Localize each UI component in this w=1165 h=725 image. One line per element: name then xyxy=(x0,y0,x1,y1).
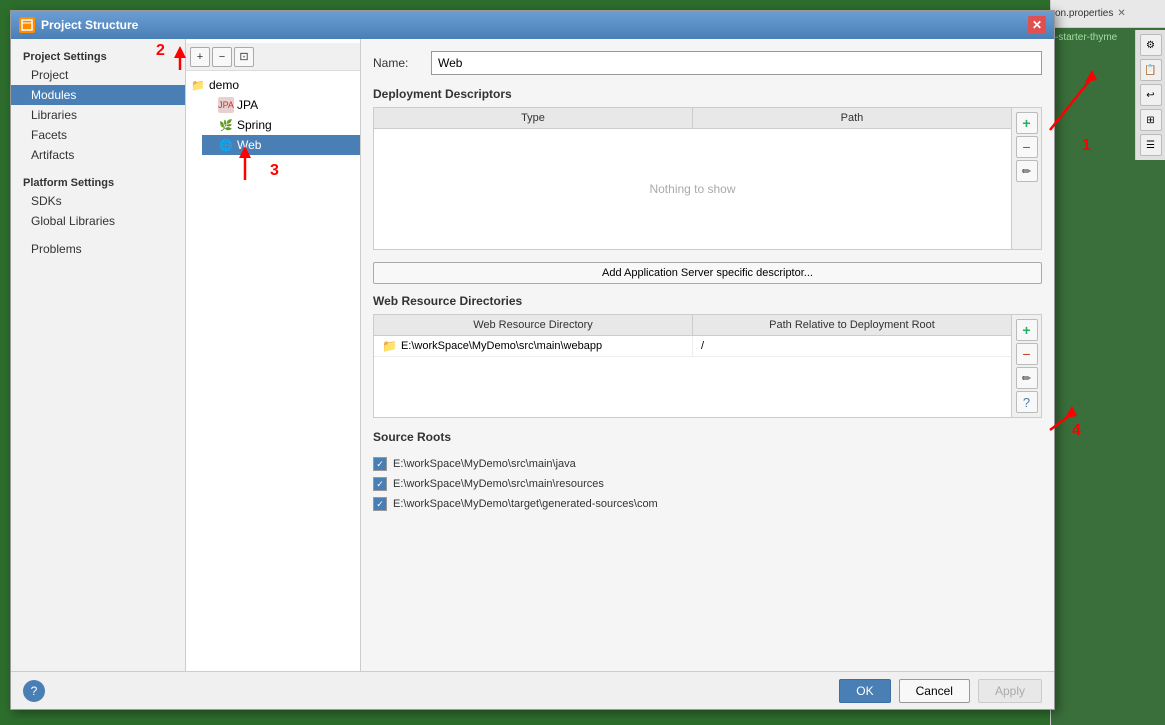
source-root-checkbox-1[interactable]: ✓ xyxy=(373,477,387,491)
cancel-button[interactable]: Cancel xyxy=(899,679,970,703)
resource-folder-icon: 📁 xyxy=(382,339,397,353)
dialog-footer: ? OK Cancel Apply xyxy=(11,671,1054,709)
deployment-table-actions: + − ✏ xyxy=(1011,108,1041,249)
right-toolbar-btn-1[interactable]: ⚙ xyxy=(1140,34,1162,56)
ok-button[interactable]: OK xyxy=(839,679,890,703)
right-panel-tab: on.properties xyxy=(1055,8,1113,19)
tree-node-demo-label: demo xyxy=(209,78,239,92)
source-root-path-0: E:\workSpace\MyDemo\src\main\java xyxy=(393,458,576,470)
deployment-edit-button[interactable]: ✏ xyxy=(1016,160,1038,182)
path-header: Path xyxy=(693,108,1011,128)
dialog-titlebar: Project Structure ✕ xyxy=(11,11,1054,39)
web-resource-add-button[interactable]: + xyxy=(1016,319,1038,341)
name-row: Name: xyxy=(373,51,1042,75)
deployment-remove-button[interactable]: − xyxy=(1016,136,1038,158)
tree-node-web-label: Web xyxy=(237,138,261,152)
web-resource-label: Web Resource Directories xyxy=(373,294,1042,308)
source-root-item-0: ✓ E:\workSpace\MyDemo\src\main\java xyxy=(373,454,1042,474)
web-resource-table: Web Resource Directory Path Relative to … xyxy=(373,314,1042,418)
tree-node-demo[interactable]: 📁 demo xyxy=(186,75,360,95)
main-content: Name: Deployment Descriptors Type Path N… xyxy=(361,39,1054,671)
web-resource-edit-button[interactable]: ✏ xyxy=(1016,367,1038,389)
source-root-checkbox-0[interactable]: ✓ xyxy=(373,457,387,471)
tree-node-web[interactable]: 🌐 Web xyxy=(202,135,360,155)
deployment-descriptors-label: Deployment Descriptors xyxy=(373,87,1042,101)
type-header: Type xyxy=(374,108,693,128)
source-root-item-1: ✓ E:\workSpace\MyDemo\src\main\resources xyxy=(373,474,1042,494)
deployment-table-body: Nothing to show xyxy=(374,129,1011,249)
tree-toolbar: + − ⊡ xyxy=(186,43,360,71)
apply-button[interactable]: Apply xyxy=(978,679,1042,703)
source-roots-label: Source Roots xyxy=(373,430,1042,444)
web-resource-dir-header: Web Resource Directory xyxy=(374,315,693,335)
name-input[interactable] xyxy=(431,51,1042,75)
web-icon: 🌐 xyxy=(218,137,234,153)
deployment-table-header: Type Path xyxy=(374,108,1011,129)
sidebar-item-facets[interactable]: Facets xyxy=(11,125,185,145)
sidebar-item-project[interactable]: Project xyxy=(11,65,185,85)
source-root-path-1: E:\workSpace\MyDemo\src\main\resources xyxy=(393,478,604,490)
deployment-descriptors-table: Type Path Nothing to show + − ✏ xyxy=(373,107,1042,250)
resource-dir-cell: 📁 E:\workSpace\MyDemo\src\main\webapp xyxy=(374,336,693,356)
module-tree: + − ⊡ 📁 demo JPA JPA 🌿 Spring xyxy=(186,39,361,671)
tree-copy-button[interactable]: ⊡ xyxy=(234,47,254,67)
nothing-to-show: Nothing to show xyxy=(649,182,735,196)
folder-icon: 📁 xyxy=(190,77,206,93)
dialog-title: Project Structure xyxy=(41,18,1028,32)
tree-add-button[interactable]: + xyxy=(190,47,210,67)
path-relative-header: Path Relative to Deployment Root xyxy=(693,315,1011,335)
tree-node-jpa-label: JPA xyxy=(237,98,258,112)
resource-path-cell: / xyxy=(693,336,1011,356)
sidebar-item-global-libraries[interactable]: Global Libraries xyxy=(11,211,185,231)
sidebar-item-modules[interactable]: Modules xyxy=(11,85,185,105)
sidebar: Project Settings Project Modules Librari… xyxy=(11,39,186,671)
source-root-path-2: E:\workSpace\MyDemo\target\generated-sou… xyxy=(393,498,658,510)
source-roots: ✓ E:\workSpace\MyDemo\src\main\java ✓ E:… xyxy=(373,454,1042,514)
dialog-close-button[interactable]: ✕ xyxy=(1028,16,1046,34)
jpa-icon: JPA xyxy=(218,97,234,113)
tree-remove-button[interactable]: − xyxy=(212,47,232,67)
add-descriptor-button[interactable]: Add Application Server specific descript… xyxy=(373,262,1042,284)
project-settings-label: Project Settings xyxy=(11,47,185,65)
name-label: Name: xyxy=(373,56,423,70)
resource-row: 📁 E:\workSpace\MyDemo\src\main\webapp / xyxy=(374,336,1011,357)
tree-node-jpa[interactable]: JPA JPA xyxy=(202,95,360,115)
source-root-checkbox-2[interactable]: ✓ xyxy=(373,497,387,511)
spring-icon: 🌿 xyxy=(218,117,234,133)
right-toolbar-btn-5[interactable]: ☰ xyxy=(1140,134,1162,156)
platform-settings-label: Platform Settings xyxy=(11,173,185,191)
deployment-add-button[interactable]: + xyxy=(1016,112,1038,134)
tree-node-spring[interactable]: 🌿 Spring xyxy=(202,115,360,135)
source-root-item-2: ✓ E:\workSpace\MyDemo\target\generated-s… xyxy=(373,494,1042,514)
sidebar-item-libraries[interactable]: Libraries xyxy=(11,105,185,125)
right-toolbar-btn-2[interactable]: 📋 xyxy=(1140,59,1162,81)
right-toolbar-btn-4[interactable]: ⊞ xyxy=(1140,109,1162,131)
tree-node-spring-label: Spring xyxy=(237,118,272,132)
web-resource-actions: + − ✏ ? xyxy=(1011,315,1041,417)
sidebar-item-problems[interactable]: Problems xyxy=(11,239,185,259)
web-resource-help-button[interactable]: ? xyxy=(1016,391,1038,413)
web-resource-remove-button[interactable]: − xyxy=(1016,343,1038,365)
right-toolbar-btn-3[interactable]: ↩ xyxy=(1140,84,1162,106)
dialog-icon xyxy=(19,17,35,33)
resource-dir-value: E:\workSpace\MyDemo\src\main\webapp xyxy=(401,340,602,352)
web-resource-header: Web Resource Directory Path Relative to … xyxy=(374,315,1011,336)
project-structure-dialog: Project Structure ✕ Project Settings Pro… xyxy=(10,10,1055,710)
sidebar-item-artifacts[interactable]: Artifacts xyxy=(11,145,185,165)
sidebar-item-sdks[interactable]: SDKs xyxy=(11,191,185,211)
resource-path-value: / xyxy=(701,340,704,352)
help-button[interactable]: ? xyxy=(23,680,45,702)
